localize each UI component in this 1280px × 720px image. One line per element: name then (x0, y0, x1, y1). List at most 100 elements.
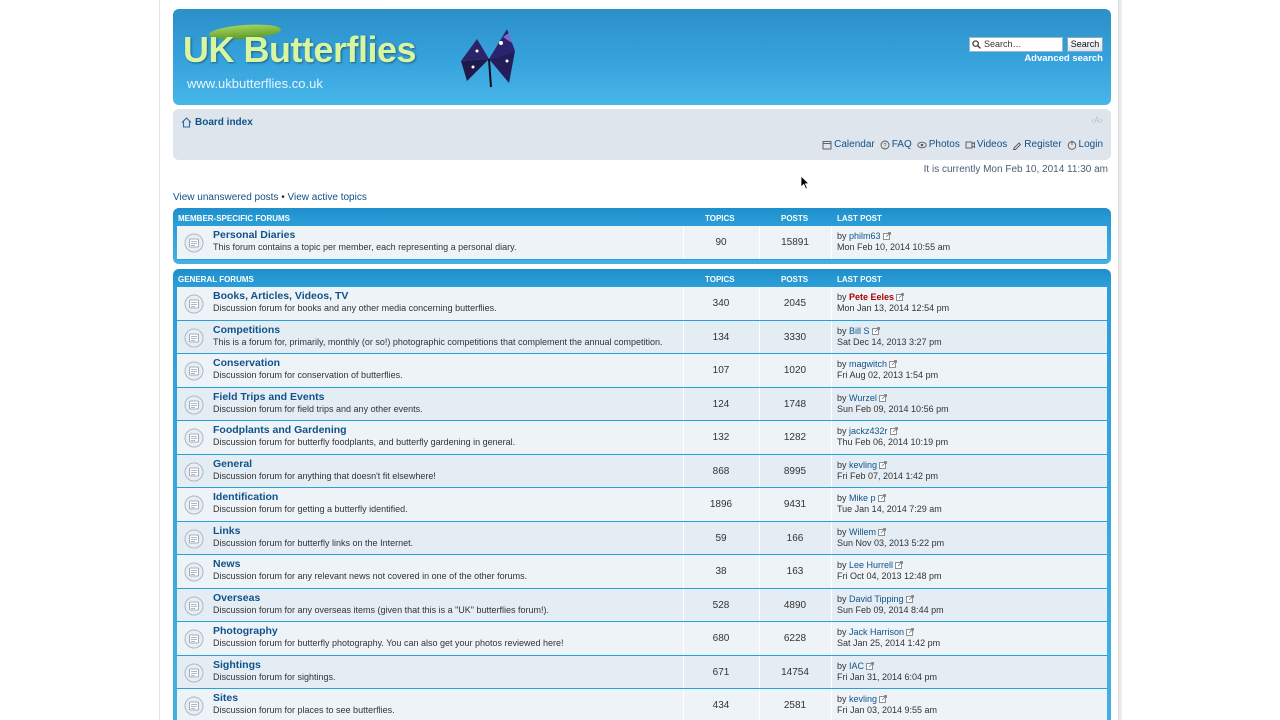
forum-title-link[interactable]: Competitions (213, 324, 280, 336)
photos-icon (917, 141, 927, 148)
forum-read-icon (184, 361, 204, 381)
column-divider (831, 354, 832, 387)
last-post: by Jack Harrison Sat Jan 25, 2014 1:42 pm (837, 627, 940, 649)
view-latest-post-icon[interactable] (889, 427, 898, 435)
view-latest-post-icon[interactable] (905, 594, 914, 603)
last-post-column-header: LAST POST (837, 214, 882, 223)
forum-row: Books, Articles, Videos, TV Discussion fo… (177, 287, 1107, 321)
board-index-link[interactable]: Board index (195, 117, 253, 128)
view-latest-post-icon[interactable] (878, 393, 887, 402)
advanced-search-link[interactable]: Advanced search (1024, 53, 1103, 64)
last-post-by: by (837, 660, 847, 671)
forum-title-link[interactable]: Foodplants and Gardening (213, 424, 347, 436)
forum-title-link[interactable]: News (213, 558, 240, 570)
last-post: by Bill S Sat Dec 14, 2013 3:27 pm (837, 326, 942, 348)
last-post-date: Fri Jan 31, 2014 6:04 pm (837, 671, 938, 682)
last-post-by: by (837, 359, 847, 369)
search-button[interactable]: Search (1067, 37, 1103, 52)
view-latest-post-icon[interactable] (896, 293, 904, 301)
videos-icon (965, 141, 975, 148)
forum-title-link[interactable]: Photography (213, 625, 278, 637)
last-post-author-link[interactable]: Lee Hurrell (849, 560, 893, 570)
view-latest-post-icon[interactable] (878, 527, 886, 536)
unanswered-posts-link[interactable]: View unanswered posts (173, 192, 278, 203)
last-post-author-link[interactable]: philm63 (849, 231, 881, 241)
page-container: UK Butterflies www.ukbutterflies.co.uk S… (159, 0, 1122, 720)
last-post-author-link[interactable]: Willem (849, 527, 876, 537)
last-post-author-link[interactable]: Bill S (849, 326, 870, 336)
forum-title-link[interactable]: Identification (213, 491, 278, 503)
last-post-date: Sat Jan 25, 2014 1:42 pm (837, 638, 941, 648)
last-post-author-link[interactable]: jackz432r (849, 426, 888, 436)
forum-title-link[interactable]: Books, Articles, Videos, TV (213, 290, 348, 302)
forum-read-icon (184, 233, 204, 253)
register-icon (1013, 141, 1022, 150)
navbar: Board index ‹A› Calendar ? FAQ Photos Vi… (173, 109, 1111, 160)
last-post-by: by (837, 493, 847, 503)
nav-videos[interactable]: Videos (965, 139, 1007, 150)
view-latest-post-icon[interactable] (879, 695, 887, 703)
search-input[interactable]: Search… (969, 37, 1063, 52)
last-post: by magwitch Fri Aug 02, 2013 1:54 pm (837, 359, 938, 381)
forum-row: Links Discussion forum for butterfly link… (177, 521, 1107, 555)
forum-title-link[interactable]: Personal Diaries (213, 229, 295, 241)
forum-row: Personal Diaries This forum contains a to… (177, 226, 1107, 260)
view-latest-post-icon[interactable] (895, 561, 903, 569)
forum-description: Discussion forum for any relevant news n… (213, 571, 528, 581)
view-latest-post-icon[interactable] (889, 360, 897, 368)
last-post-author-link[interactable]: kevling (849, 694, 877, 704)
forum-title-link[interactable]: Sightings (213, 659, 261, 671)
forum-title-link[interactable]: General (213, 458, 252, 470)
view-latest-post-icon[interactable] (879, 460, 887, 469)
font-size-label: A (1093, 115, 1100, 125)
category-title[interactable]: MEMBER-SPECIFIC FORUMS (178, 214, 290, 223)
last-post-author-link[interactable]: Mike p (849, 493, 876, 503)
topic-count: 868 (712, 465, 730, 477)
last-post-author-link[interactable]: IAC (849, 661, 864, 671)
nav-login[interactable]: Login (1067, 139, 1103, 150)
last-post: by jackz432r Thu Feb 06, 2014 10:19 pm (837, 426, 948, 448)
forum-title-link[interactable]: Field Trips and Events (213, 391, 324, 403)
column-divider (831, 387, 832, 420)
last-post-author-link[interactable]: magwitch (849, 359, 887, 369)
font-size-toggle[interactable]: ‹A› (1091, 115, 1103, 125)
last-post-date: Mon Jan 13, 2014 12:54 pm (837, 303, 950, 313)
forum-read-icon (184, 495, 204, 515)
category-title[interactable]: GENERAL FORUMS (178, 275, 254, 284)
site-logo-title[interactable]: UK Butterflies (183, 29, 417, 71)
view-latest-post-icon[interactable] (866, 661, 874, 670)
faq-icon: ? (880, 140, 890, 149)
search-icon (972, 40, 981, 49)
nav-photos[interactable]: Photos (917, 139, 960, 150)
view-latest-post-icon[interactable] (882, 232, 891, 240)
column-divider (831, 555, 832, 588)
last-post-author-link[interactable]: kevling (849, 460, 877, 470)
last-post-author-link[interactable]: Wurzel (849, 393, 877, 403)
nav-calendar[interactable]: Calendar (822, 139, 875, 150)
view-latest-post-icon[interactable] (906, 628, 914, 636)
forum-row: News Discussion forum for any relevant ne… (177, 555, 1107, 589)
forum-title-link[interactable]: Sites (213, 692, 238, 704)
last-post-author-link[interactable]: Pete Eeles (849, 292, 894, 302)
forum-row: General Discussion forum for anything tha… (177, 454, 1107, 488)
forum-title-link[interactable]: Links (213, 525, 240, 537)
active-topics-link[interactable]: View active topics (288, 192, 367, 203)
last-post-by: by (837, 593, 847, 604)
view-latest-post-icon[interactable] (877, 494, 886, 502)
forum-row: Competitions This is a forum for, primari… (177, 320, 1107, 354)
view-latest-post-icon[interactable] (871, 326, 880, 335)
last-post-by: by (837, 560, 847, 570)
last-post-column-header: LAST POST (837, 275, 882, 284)
forum-title-link[interactable]: Overseas (213, 592, 260, 604)
forum-row: Sightings Discussion forum for sightings.… (177, 655, 1107, 689)
nav-register[interactable]: Register (1012, 139, 1062, 150)
post-count: 1282 (783, 432, 807, 443)
nav-videos-label: Videos (976, 139, 1008, 150)
last-post-author-link[interactable]: David Tipping (849, 594, 904, 604)
post-count: 4890 (783, 599, 807, 611)
last-post-author-link[interactable]: Jack Harrison (849, 627, 904, 637)
nav-faq[interactable]: ? FAQ (880, 139, 912, 150)
post-count: 14754 (781, 666, 809, 678)
forum-title-link[interactable]: Conservation (213, 357, 280, 369)
column-divider (831, 226, 832, 259)
